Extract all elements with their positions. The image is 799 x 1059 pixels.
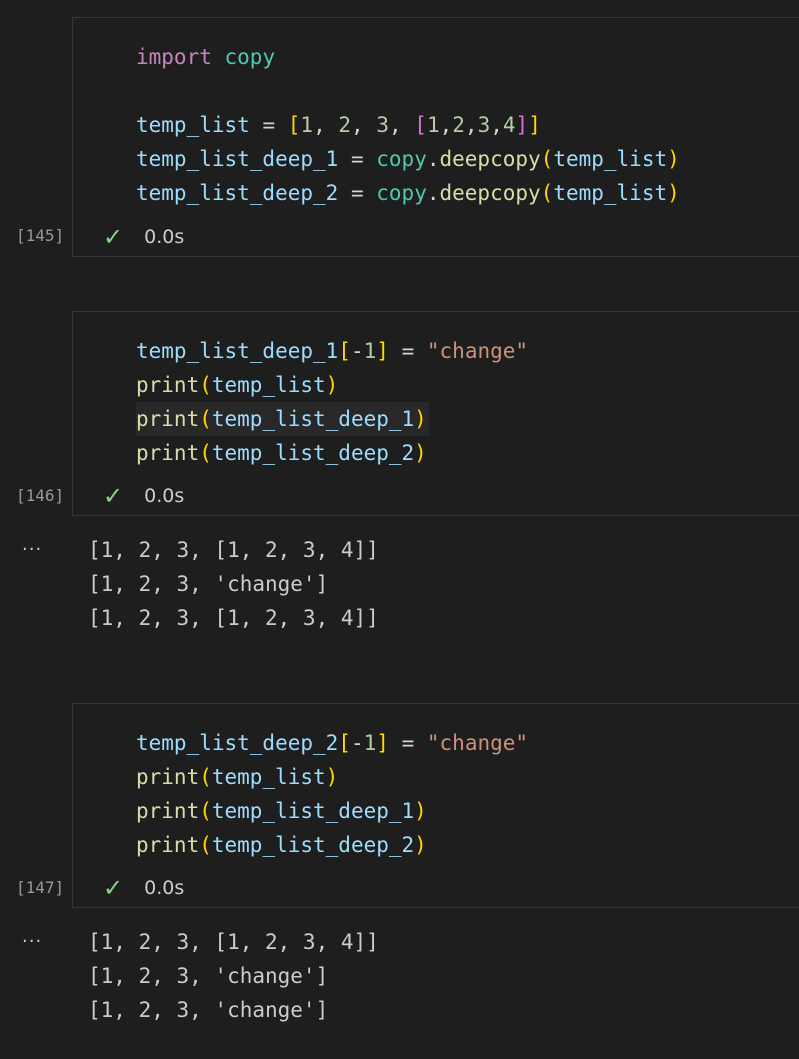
cell-output: [1, 2, 3, [1, 2, 3, 4]] [1, 2, 3, 'change… [88, 925, 379, 1027]
output-line: [1, 2, 3, 'change'] [88, 572, 329, 596]
check-icon: ✓ [103, 874, 124, 902]
check-icon: ✓ [103, 482, 124, 510]
highlighted-line: print(temp_list_deep_1) [136, 402, 429, 436]
execution-count: [146] [16, 486, 65, 505]
output-line: [1, 2, 3, [1, 2, 3, 4]] [88, 930, 379, 954]
code-cell[interactable]: temp_list_deep_2[-1] = "change" print(tem… [72, 703, 799, 908]
cell-status: ✓ 0.0s [103, 482, 184, 510]
execution-duration: 0.0s [144, 226, 185, 248]
check-icon: ✓ [103, 223, 124, 251]
cell-status: ✓ 0.0s [103, 874, 184, 902]
output-more-icon[interactable]: ... [22, 926, 42, 947]
output-line: [1, 2, 3, [1, 2, 3, 4]] [88, 538, 379, 562]
execution-duration: 0.0s [144, 485, 185, 507]
execution-duration: 0.0s [144, 877, 185, 899]
execution-count: [145] [16, 226, 65, 245]
notebook: import copy temp_list = [1, 2, 3, [1,2,3… [0, 0, 799, 1059]
output-line: [1, 2, 3, 'change'] [88, 964, 329, 988]
code-editor[interactable]: temp_list_deep_1[-1] = "change" print(tem… [136, 334, 528, 470]
output-more-icon[interactable]: ... [22, 534, 42, 555]
output-line: [1, 2, 3, [1, 2, 3, 4]] [88, 606, 379, 630]
cell-status: ✓ 0.0s [103, 223, 184, 251]
code-editor[interactable]: import copy temp_list = [1, 2, 3, [1,2,3… [136, 40, 680, 210]
cell-output: [1, 2, 3, [1, 2, 3, 4]] [1, 2, 3, 'change… [88, 533, 379, 635]
execution-count: [147] [16, 878, 65, 897]
code-editor[interactable]: temp_list_deep_2[-1] = "change" print(tem… [136, 726, 528, 862]
code-cell[interactable]: temp_list_deep_1[-1] = "change" print(tem… [72, 311, 799, 516]
output-line: [1, 2, 3, 'change'] [88, 998, 329, 1022]
code-cell[interactable]: import copy temp_list = [1, 2, 3, [1,2,3… [72, 17, 799, 257]
